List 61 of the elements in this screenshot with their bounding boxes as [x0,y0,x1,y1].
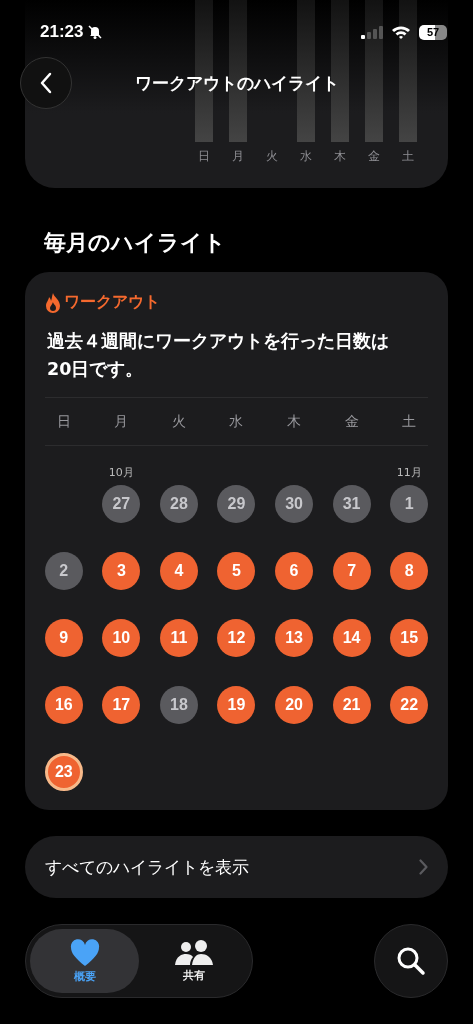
calendar-day: 10 [102,619,141,657]
calendar-day: 28 [159,485,198,523]
flame-icon [45,292,61,313]
calendar-day: 21 [332,686,371,724]
calendar-day: 4 [159,552,198,590]
calendar-day: 6 [275,552,314,590]
calendar-day: 8 [390,552,429,590]
calendar-day: 27 [102,485,141,523]
status-time: 21:23 [40,22,84,42]
weekday-label: 土 [402,148,414,165]
show-all-highlights-button[interactable]: すべてのハイライトを表示 [25,836,448,898]
calendar-day: 31 [332,485,371,523]
calendar-day: 17 [102,686,141,724]
chevron-right-icon [419,859,428,875]
calendar-day: 15 [390,619,429,657]
calendar-day: 2 [44,552,83,590]
tab[interactable]: 概要 [30,929,139,993]
calendar-day: 23 [44,753,83,791]
weekday-label: 木 [287,412,302,431]
calendar-day: 12 [217,619,256,657]
tab[interactable]: 共有 [139,929,248,993]
weekday-label: 日 [56,412,71,431]
summary-text: 過去４週間にワークアウトを行った日数は20日です。 [47,330,390,381]
signal-icon [361,25,383,39]
calendar-day: 19 [217,686,256,724]
weekday-label: 水 [300,148,312,165]
calendar-day: 20 [275,686,314,724]
category-label: ワークアウト [64,292,160,313]
month-label: 10月 [108,465,134,480]
chevron-left-icon [39,72,53,94]
section-title: 毎月のハイライト [44,229,227,257]
search-icon [396,946,426,976]
calendar-day: 22 [390,686,429,724]
weekday-label: 金 [368,148,380,165]
wifi-icon [391,24,411,40]
calendar-day: 5 [217,552,256,590]
calendar-day: 16 [44,686,83,724]
calendar-day: 9 [44,619,83,657]
weekday-label: 土 [402,412,417,431]
month-label: 11月 [396,465,422,480]
calendar-day: 13 [275,619,314,657]
weekday-label: 火 [266,148,278,165]
weekday-label: 日 [198,148,210,165]
bell-slash-icon [87,24,104,40]
weekday-label: 月 [114,412,129,431]
calendar-day: 3 [102,552,141,590]
weekday-label: 金 [344,412,359,431]
weekday-label: 木 [334,148,346,165]
weekday-label: 水 [229,412,244,431]
heart-icon [69,938,100,967]
calendar-day: 11 [159,619,198,657]
weekday-label: 月 [232,148,244,165]
weekday-label: 火 [171,412,186,431]
calendar-day: 7 [332,552,371,590]
calendar-day: 14 [332,619,371,657]
people-icon [173,939,214,966]
calendar-day: 1 [390,485,429,523]
calendar-day: 30 [275,485,314,523]
calendar-day: 29 [217,485,256,523]
page-title: ワークアウトのハイライト [134,71,339,95]
calendar-day: 18 [159,686,198,724]
